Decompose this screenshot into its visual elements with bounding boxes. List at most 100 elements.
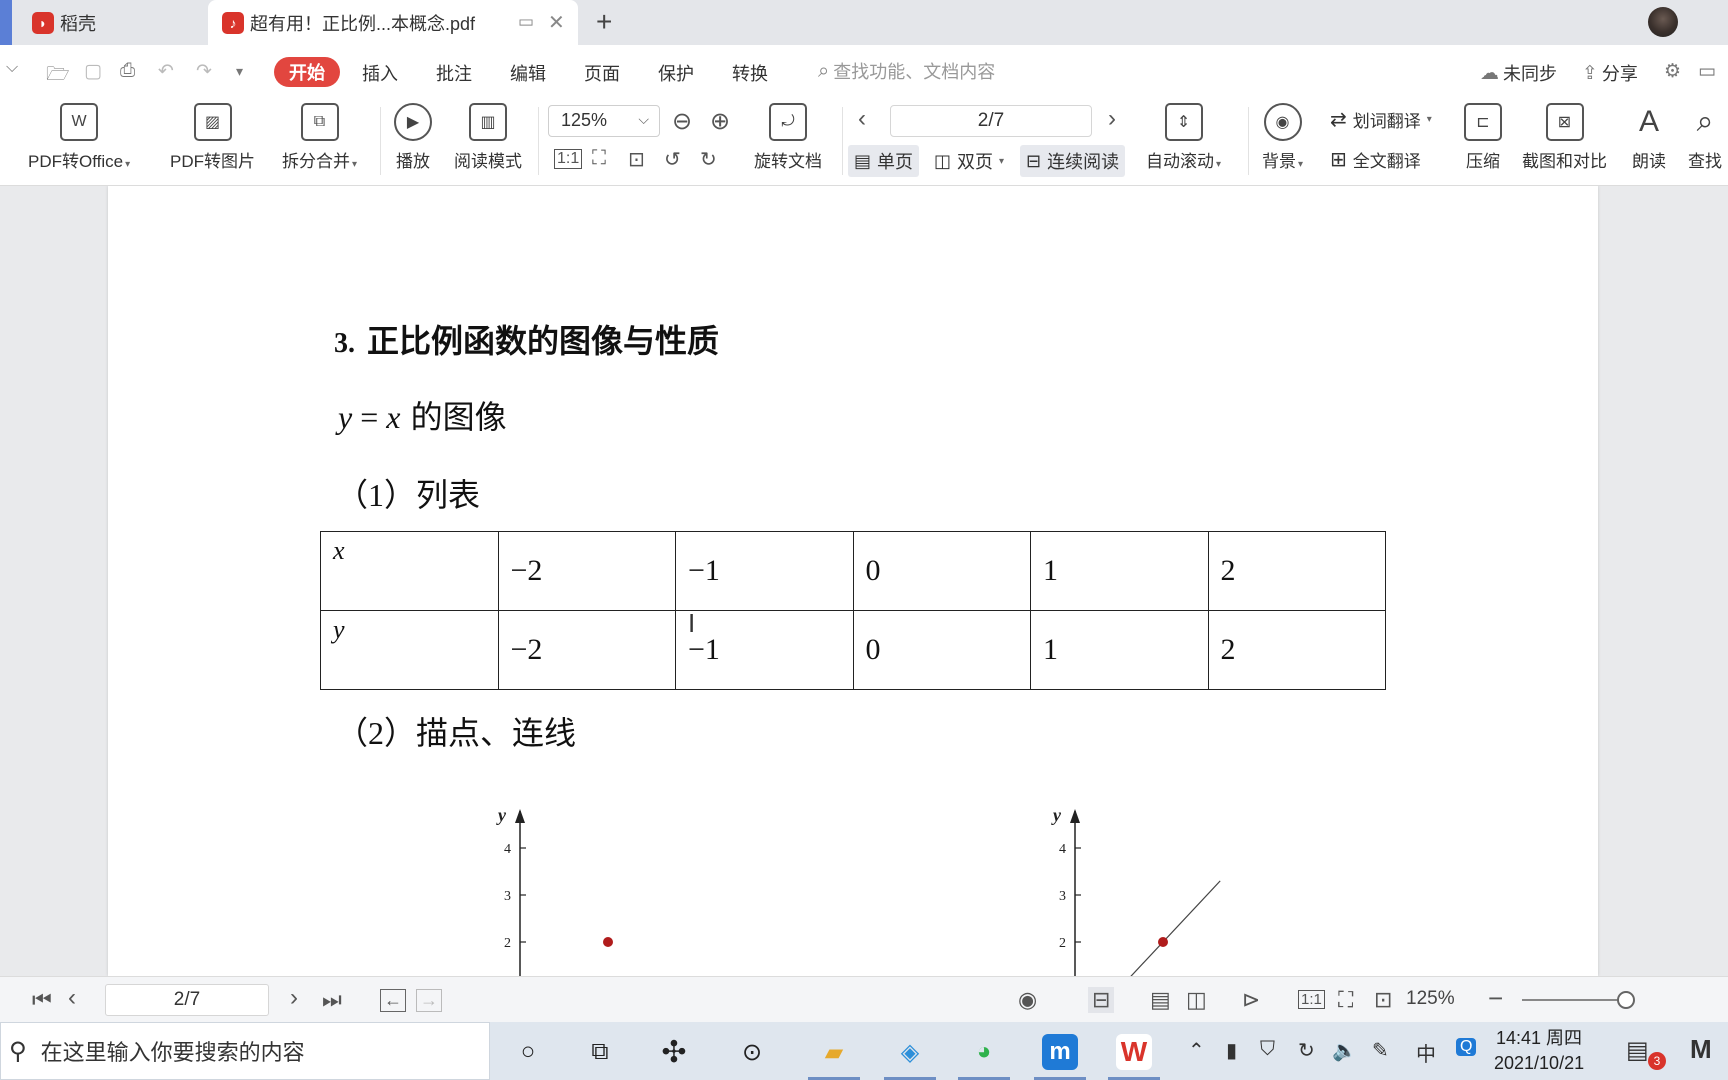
sync-status[interactable]: ☁ 未同步 (1480, 60, 1557, 86)
page-number-input[interactable]: 2/7 (890, 105, 1092, 137)
menu-protect[interactable]: 保护 (658, 60, 694, 86)
screenshot-compare-button[interactable]: ⊠ 截图和对比 (1522, 103, 1607, 172)
zoom-slider-handle[interactable] (1617, 991, 1635, 1009)
read-aloud-button[interactable]: A 朗读 (1630, 103, 1668, 172)
menu-insert[interactable]: 插入 (362, 60, 398, 86)
shield-icon[interactable]: ⛉ (1260, 1038, 1275, 1061)
continuous-view-icon[interactable]: ⊟ (1088, 987, 1115, 1013)
task-view-icon[interactable]: ⧉ (582, 1034, 618, 1070)
actual-size-icon[interactable]: 1:1 (1298, 990, 1325, 1009)
eye-protection-icon[interactable]: ◉ (1018, 987, 1037, 1013)
continuous-reading-button[interactable]: ⊟ 连续阅读 (1020, 145, 1126, 177)
status-page-input[interactable]: 2/7 (105, 984, 269, 1016)
close-tab-icon[interactable]: ✕ (548, 10, 565, 35)
word-translate-button[interactable]: ⇄ 划词翻译 ▾ (1330, 107, 1432, 132)
menu-start[interactable]: 开始 (274, 57, 340, 87)
avatar[interactable] (1648, 7, 1678, 37)
input-language[interactable]: 中 (1416, 1038, 1436, 1067)
actual-size-icon[interactable]: 1:1 (554, 149, 583, 169)
compress-button[interactable]: ⊏ 压缩 (1464, 103, 1502, 172)
pin-icon[interactable]: ▭ (518, 12, 534, 32)
wps-icon[interactable]: W (1108, 1034, 1160, 1080)
notification-icon[interactable]: ▤ (1626, 1036, 1649, 1065)
meeting-app-icon[interactable]: m (1034, 1034, 1086, 1080)
background-button[interactable]: ◉ 背景 ▾ (1262, 103, 1303, 172)
pen-icon[interactable]: ✎ (1372, 1038, 1389, 1063)
status-zoom-value[interactable]: 125% (1406, 988, 1455, 1010)
zoom-slider[interactable] (1522, 999, 1630, 1001)
full-translate-button[interactable]: ⊞ 全文翻译 (1330, 147, 1421, 172)
auto-scroll-button[interactable]: ⇕ 自动滚动 ▾ (1146, 103, 1221, 172)
search-app-icon[interactable]: ⊙ (734, 1034, 770, 1070)
pdf-to-image-button[interactable]: ▨ PDF转图片 (170, 103, 255, 172)
play-icon[interactable]: ⊳ (1242, 987, 1260, 1013)
double-page-button[interactable]: ◫ 双页 ▾ (928, 145, 1010, 177)
save-icon[interactable]: ▢ (84, 60, 102, 83)
document-viewport[interactable]: 3. 正比例函数的图像与性质 y = x 的图像 （1）列表 x −2 −1 0 … (0, 186, 1728, 976)
next-page-icon[interactable]: › (290, 984, 298, 1012)
search-icon: ⌕ (1696, 105, 1714, 138)
ime-logo-icon[interactable]: M (1690, 1034, 1712, 1065)
pdf-to-office-button[interactable]: W PDF转Office ▾ (28, 103, 130, 172)
undo-icon[interactable]: ↶ (158, 60, 174, 83)
chevron-down-icon[interactable]: ⌵ (6, 59, 18, 77)
rotate-right-icon[interactable]: ↻ (700, 147, 717, 172)
customize-dropdown-icon[interactable]: ▾ (236, 63, 243, 80)
menu-convert[interactable]: 转换 (732, 60, 768, 86)
single-page-view-icon[interactable]: ▤ (1150, 987, 1171, 1013)
compress-icon: ⊏ (1464, 103, 1502, 141)
rotate-left-icon[interactable]: ↺ (664, 147, 681, 172)
forward-icon[interactable]: → (416, 989, 442, 1012)
file-explorer-icon[interactable]: ▰ (808, 1034, 860, 1080)
menu-edit[interactable]: 编辑 (510, 60, 546, 86)
open-folder-icon[interactable]: 🗁 (46, 60, 70, 92)
zoom-out-icon[interactable]: − (1488, 983, 1503, 1014)
last-page-icon[interactable]: ⏭ (322, 987, 342, 1013)
zoom-out-icon[interactable]: ⊖ (672, 107, 692, 136)
tab-pdf-document[interactable]: ♪ 超有用！正比例...本概念.pdf ▭ ✕ (208, 0, 578, 45)
print-icon[interactable]: ⎙ (120, 60, 135, 82)
fit-width-icon[interactable]: ⊡ (1374, 987, 1392, 1013)
pinwheel-app-icon[interactable]: ✣ (656, 1034, 692, 1070)
browser-icon[interactable]: ◈ (884, 1034, 936, 1080)
split-merge-button[interactable]: ⧉ 拆分合并 ▾ (282, 103, 357, 172)
gear-icon[interactable]: ⚙ (1664, 60, 1681, 83)
volume-icon[interactable]: 🔈 (1332, 1038, 1357, 1063)
clock[interactable]: 14:41 周四 2021/10/21 (1494, 1026, 1584, 1076)
play-button[interactable]: ▶ 播放 (394, 103, 432, 172)
zoom-select[interactable]: 125% ⌵ (548, 105, 660, 137)
feature-search[interactable]: ⌕ 查找功能、文档内容 (818, 58, 995, 84)
new-tab-icon[interactable]: + (596, 6, 612, 38)
first-page-icon[interactable]: ⏮ (32, 987, 52, 1013)
sync-tray-icon[interactable]: ↻ (1298, 1038, 1315, 1063)
reading-mode-button[interactable]: ▥ 阅读模式 (454, 103, 522, 172)
rotate-document-button[interactable]: ⤾ 旋转文档 (754, 103, 822, 172)
wechat-icon[interactable]: ◕ (958, 1034, 1010, 1080)
back-icon[interactable]: ← (380, 989, 406, 1012)
message-icon[interactable]: ▭ (1698, 60, 1716, 83)
microphone-icon[interactable]: ▮ (1226, 1038, 1237, 1063)
redo-icon[interactable]: ↷ (196, 60, 212, 83)
tab-docer[interactable]: ◗ 稻壳 (14, 0, 206, 45)
search-icon: ⚲ (9, 1037, 27, 1065)
find-button[interactable]: ⌕ 查找 (1686, 103, 1724, 172)
previous-page-icon[interactable]: ‹ (858, 105, 866, 133)
tray-expand-icon[interactable]: ⌃ (1188, 1038, 1205, 1063)
fit-width-icon[interactable]: ⊡ (628, 147, 645, 172)
cortana-icon[interactable]: ○ (510, 1034, 546, 1070)
fit-page-icon[interactable]: ⛶ (1338, 987, 1353, 1013)
menu-page[interactable]: 页面 (584, 60, 620, 86)
share-button[interactable]: ⇪ 分享 (1582, 60, 1638, 86)
menu-annotate[interactable]: 批注 (436, 60, 472, 86)
zoom-in-icon[interactable]: ⊕ (710, 107, 730, 136)
single-page-button[interactable]: ▤ 单页 (848, 145, 920, 177)
previous-page-icon[interactable]: ‹ (68, 984, 76, 1012)
taskbar-search[interactable]: ⚲ 在这里输入你要搜索的内容 (0, 1022, 490, 1080)
table-cell: −2 (497, 531, 676, 611)
next-page-icon[interactable]: › (1108, 105, 1116, 133)
qq-icon[interactable]: Q (1456, 1038, 1477, 1056)
double-page-view-icon[interactable]: ◫ (1186, 987, 1207, 1013)
section-number: 3. (334, 328, 355, 359)
fit-page-icon[interactable]: ⛶ (592, 147, 606, 170)
section-title-text: 正比例函数的图像与性质 (367, 322, 720, 360)
